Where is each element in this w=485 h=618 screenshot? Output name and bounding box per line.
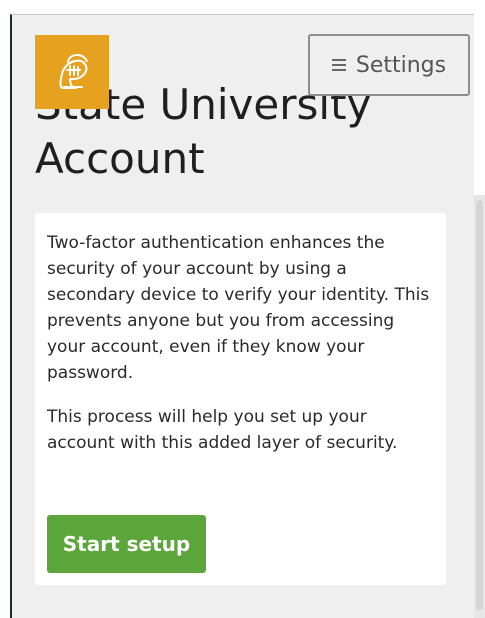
start-setup-button[interactable]: Start setup [47,515,206,573]
spartan-helmet-icon [59,53,88,89]
browser-viewport: Settings State University Account Two-fa… [0,0,485,618]
description-paragraph: Two-factor authentication enhances the s… [47,233,430,383]
setup-card: Two-factor authentication enhances the s… [35,213,446,585]
menu-icon [331,59,346,71]
settings-label: Settings [355,52,447,78]
process-paragraph: This process will help you set up your a… [47,407,398,453]
vertical-scrollbar-thumb[interactable] [476,200,483,610]
university-logo [35,35,109,109]
settings-button[interactable]: Settings [308,34,470,96]
